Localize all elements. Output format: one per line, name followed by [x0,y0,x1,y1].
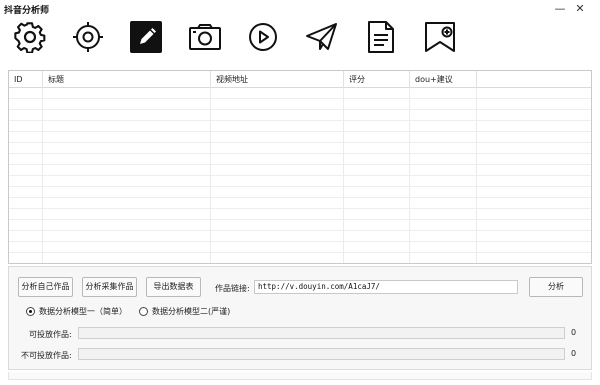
model-strict-label: 数据分析模型二(严谨) [152,307,231,316]
send-icon [306,23,337,50]
deliverable-progress-bar [78,327,565,339]
model-simple-radio[interactable]: 数据分析模型一（简单） [26,306,127,317]
column-header-score[interactable]: 评分 [344,71,410,88]
edit-icon [130,21,162,53]
radio-unselected-icon [139,307,148,316]
column-divider [343,88,344,263]
play-icon [249,23,277,51]
column-divider [409,88,410,263]
deliverable-count: 0 [571,328,577,337]
settings-tool-button[interactable] [12,18,48,56]
status-strip [8,372,592,380]
minimize-button[interactable]: — [552,1,568,15]
camera-tool-button[interactable] [187,18,223,56]
target-icon [73,22,103,52]
deliverable-label: 可投放作品: [29,330,72,339]
table-body[interactable] [9,88,591,263]
camera-icon [189,24,221,50]
work-link-input[interactable]: http://v.douyin.com/A1caJ7/ [254,280,518,294]
document-icon [368,21,394,53]
results-table[interactable]: ID 标题 视频地址 评分 dou+建议 [8,70,592,264]
document-tool-button[interactable] [363,18,399,56]
export-data-button[interactable]: 导出数据表 [146,277,201,297]
column-divider [42,88,43,263]
table-header: ID 标题 视频地址 评分 dou+建议 [9,71,591,88]
close-button[interactable]: ✕ [572,1,588,15]
window-title: 抖音分析师 [4,6,50,16]
column-header-video-url[interactable]: 视频地址 [211,71,344,88]
radio-selected-icon [26,307,35,316]
undeliverable-progress-bar [78,348,565,360]
control-panel: 分析自己作品 分析采集作品 导出数据表 作品链接: http://v.douyi… [8,266,592,370]
play-tool-button[interactable] [245,18,281,56]
column-header-dou-suggestion[interactable]: dou+建议 [410,71,477,88]
analyze-own-works-button[interactable]: 分析自己作品 [18,277,73,297]
analyze-collected-works-button[interactable]: 分析采集作品 [82,277,137,297]
link-label: 作品链接: [215,284,250,293]
column-header-title[interactable]: 标题 [43,71,211,88]
undeliverable-label: 不可投放作品: [21,351,72,360]
column-divider [476,88,477,263]
model-strict-radio[interactable]: 数据分析模型二(严谨) [139,306,230,317]
column-header-id[interactable]: ID [9,71,43,88]
column-divider [210,88,211,263]
model-simple-label: 数据分析模型一（简单） [39,307,127,316]
add-image-tool-button[interactable] [422,18,458,56]
target-tool-button[interactable] [70,18,106,56]
add-image-icon [425,22,455,52]
edit-tool-button[interactable] [128,18,164,56]
column-header-blank [477,71,591,88]
analyze-button[interactable]: 分析 [529,277,583,297]
toolbar [0,16,600,58]
send-tool-button[interactable] [304,18,340,56]
gear-icon [14,22,46,53]
undeliverable-count: 0 [571,349,577,358]
